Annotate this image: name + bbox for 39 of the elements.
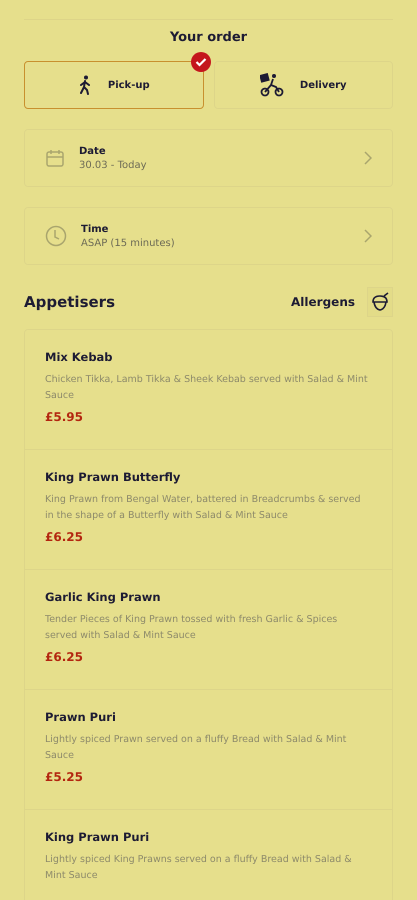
order-mode-tab[interactable]: Pick-up: [24, 61, 204, 109]
section-title: Appetisers: [24, 293, 116, 311]
item-description: Chicken Tikka, Lamb Tikka & Sheek Kebab served with Salad & Mint Sauce: [45, 373, 369, 403]
item-price: £6.25: [45, 530, 84, 544]
item-price: £5.25: [45, 770, 84, 784]
menu-item[interactable]: Prawn Puri Lightly spiced Prawn served on a fluffy Bread with Salad & Mint Sauce £5.25: [25, 690, 392, 810]
option-label: Date: [79, 146, 107, 156]
item-description: Lightly spiced Prawn served on a fluffy Bread with Salad & Mint Sauce: [45, 733, 348, 763]
calendar-icon: [45, 148, 65, 168]
menu-item[interactable]: Garlic King Prawn Tender Pieces of King Prawn tossed with fresh Garlic & Spices served with Salad & Mint Sauce £6.25: [25, 570, 392, 690]
check-icon: [190, 52, 210, 72]
option-value: 30.03 - Today: [79, 160, 148, 170]
item-price: £6.25: [45, 650, 84, 664]
item-name: Prawn Puri: [45, 710, 117, 724]
order-title: Your order: [168, 30, 248, 45]
order-option-row[interactable]: Date 30.03 - Today: [24, 129, 393, 187]
chevron-right-icon: [364, 229, 372, 243]
menu-item[interactable]: Mix Kebab Chicken Tikka, Lamb Tikka & Sheek Kebab served with Salad & Mint Sauce £5.95: [25, 330, 392, 450]
item-name: King Prawn Butterfly: [45, 470, 182, 484]
item-description: Tender Pieces of King Prawn tossed with fresh Garlic & Spices served with Salad & Mint Sauce: [45, 613, 338, 643]
order-option-row[interactable]: Time ASAP (15 minutes): [24, 207, 393, 265]
allergens-button[interactable]: [367, 287, 393, 317]
item-name: Garlic King Prawn: [45, 590, 162, 604]
clock-icon: [45, 225, 67, 247]
menu-item[interactable]: King Prawn Puri Lightly spiced King Prawns served on a fluffy Bread with Salad & Mint Sauce: [25, 810, 392, 900]
order-mode-tab[interactable]: Delivery: [214, 61, 393, 109]
item-description: King Prawn from Bengal Water, battered in Breadcrumbs & served in the shape of a Butterfly with Salad & Mint Sauce: [45, 493, 362, 523]
item-description: Lightly spiced King Prawns served on a fluffy Bread with Salad & Mint Sauce: [45, 853, 353, 883]
walking-person-icon: [78, 75, 92, 95]
item-name: Mix Kebab: [45, 350, 114, 364]
item-price: £5.95: [45, 410, 84, 424]
option-label: Time: [81, 224, 110, 234]
menu-item[interactable]: King Prawn Butterfly King Prawn from Bengal Water, battered in Breadcrumbs & served in the shape of a Butterfly with Salad & Mint Sauce £6.25: [25, 450, 392, 570]
option-value: ASAP (15 minutes): [81, 238, 176, 248]
nut-icon: [370, 292, 390, 312]
allergens-label: Allergens: [291, 295, 355, 309]
item-name: King Prawn Puri: [45, 830, 150, 844]
chevron-right-icon: [364, 151, 372, 165]
bicycle-courier-icon: [260, 73, 284, 97]
